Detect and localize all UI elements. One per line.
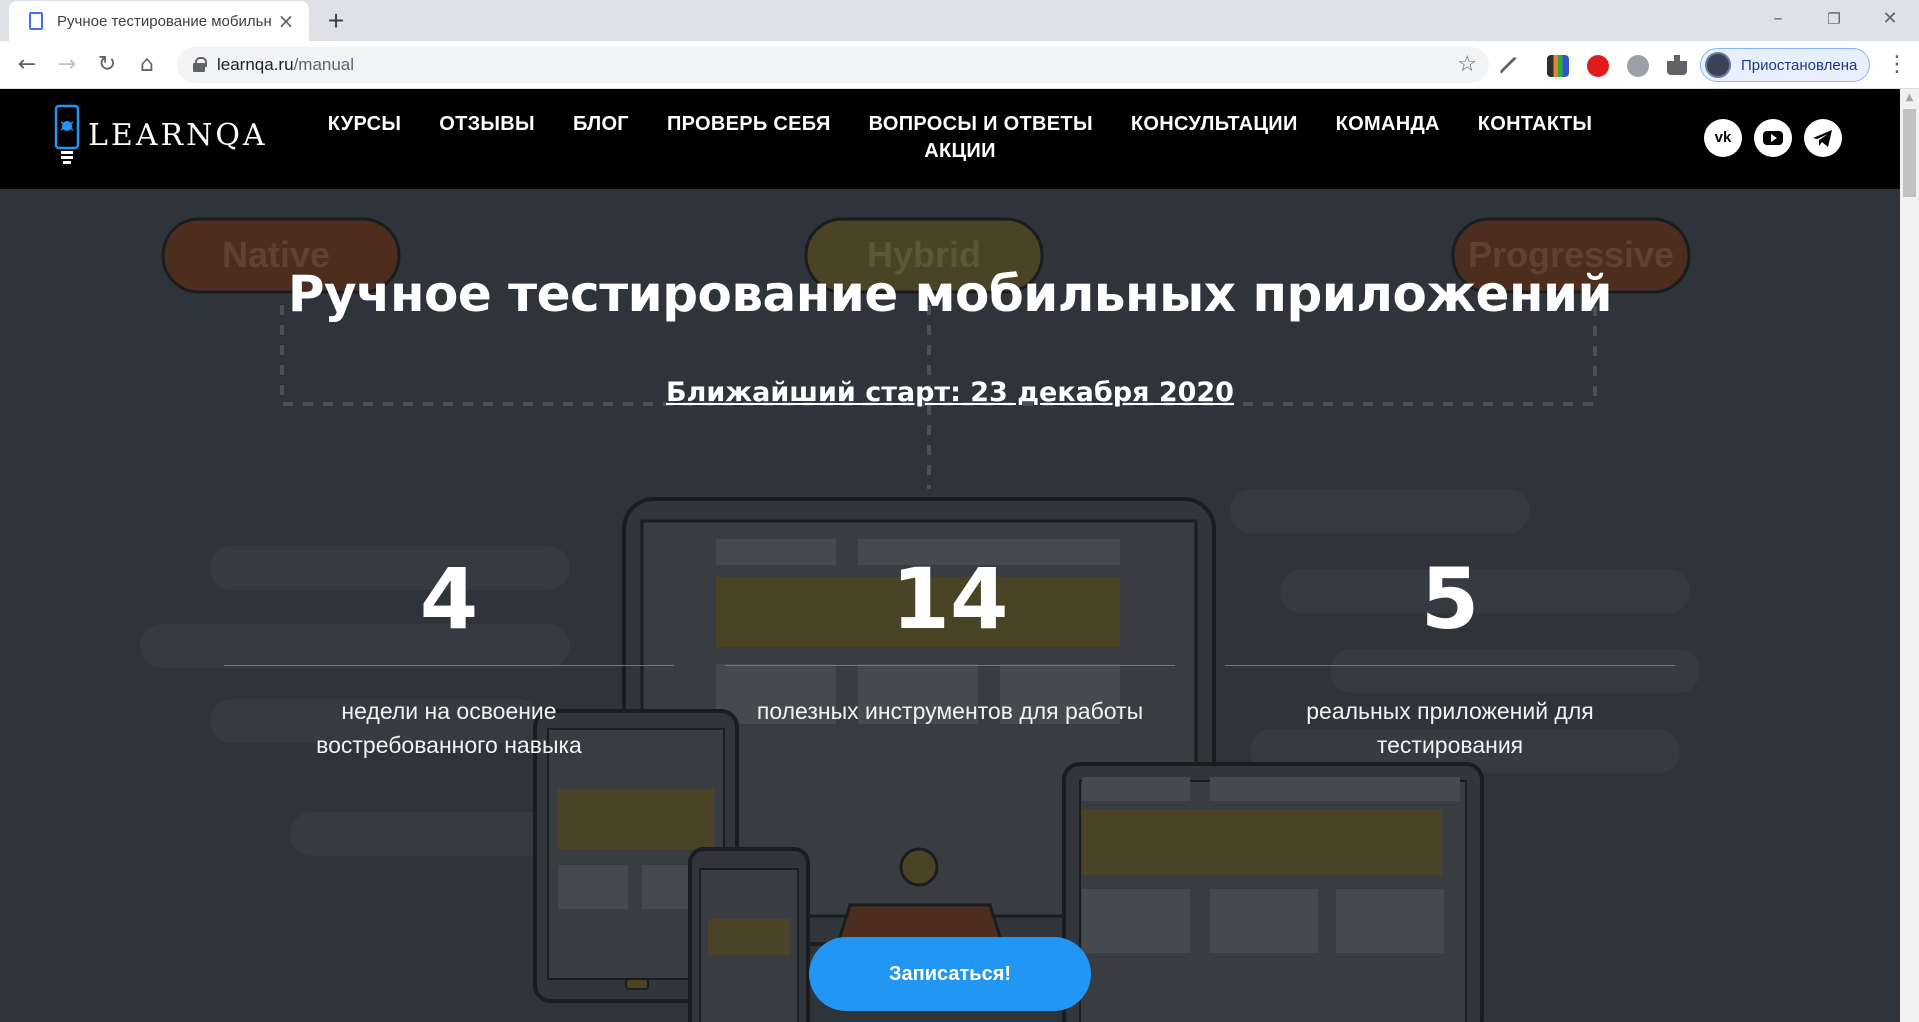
close-window-icon[interactable]: ✕ [1864, 4, 1916, 34]
stat-tools: 14 полезных инструментов для работы [725, 549, 1175, 728]
eyedropper-extension-icon[interactable] [1499, 56, 1519, 76]
phone-bug-logo-icon [54, 104, 80, 164]
reload-icon[interactable]: ↻ [91, 49, 123, 81]
stat-weeks: 4 недели на освоение востребованного нав… [224, 549, 674, 762]
stat-number: 5 [1420, 550, 1480, 648]
bookmark-star-icon[interactable]: ☆ [1457, 51, 1477, 79]
back-icon[interactable]: ← [11, 49, 43, 81]
signup-button[interactable]: Записаться! [809, 937, 1091, 1011]
nav-blog[interactable]: БЛОГ [573, 111, 629, 138]
stat-divider [1225, 665, 1675, 666]
stat-number: 4 [419, 550, 479, 648]
browser-menu-icon[interactable]: ⋮ [1882, 49, 1912, 81]
nav-promotions[interactable]: АКЦИИ [924, 138, 996, 165]
stat-divider [224, 665, 674, 666]
page-scrollbar[interactable]: ▲ [1900, 89, 1919, 1022]
stat-number: 14 [891, 550, 1009, 648]
nav-faq[interactable]: ВОПРОСЫ И ОТВЕТЫ [869, 111, 1093, 138]
stat-divider [725, 665, 1175, 666]
stat-apps: 5 реальных приложений для тестирования [1225, 549, 1675, 762]
profile-button[interactable]: Приостановлена [1700, 48, 1870, 82]
new-tab-button[interactable]: + [320, 6, 352, 38]
url-text[interactable]: learnqa.ru/manual [217, 47, 354, 83]
close-tab-icon[interactable]: × [275, 11, 297, 31]
next-start-link[interactable]: Ближайший старт: 23 декабря 2020 [0, 377, 1900, 408]
nav-team[interactable]: КОМАНДА [1336, 111, 1440, 138]
vk-icon[interactable]: vk [1704, 119, 1742, 157]
youtube-icon[interactable] [1754, 119, 1792, 157]
nav-reviews[interactable]: ОТЗЫВЫ [439, 111, 535, 138]
scroll-up-icon[interactable]: ▲ [1900, 89, 1919, 106]
site-favicon-icon [29, 12, 43, 30]
restore-icon[interactable]: ❐ [1808, 4, 1860, 34]
address-bar[interactable]: learnqa.ru/manual ☆ [177, 47, 1489, 83]
home-icon[interactable]: ⌂ [131, 49, 163, 81]
chat-extension-icon[interactable] [1627, 55, 1649, 77]
forward-icon[interactable]: → [51, 49, 83, 81]
browser-tabstrip: Ручное тестирование мобильн × + – ❐ ✕ [0, 0, 1919, 41]
nav-contacts[interactable]: КОНТАКТЫ [1478, 111, 1593, 138]
stat-caption: реальных приложений для тестирования [1306, 698, 1594, 758]
nav-consultations[interactable]: КОНСУЛЬТАЦИИ [1131, 111, 1298, 138]
scroll-thumb[interactable] [1903, 109, 1916, 197]
puzzle-extensions-icon[interactable] [1667, 55, 1687, 75]
hero-section: Native Hybrid Progressive Ручное тестиро… [0, 189, 1900, 1022]
main-navigation: КУРСЫ ОТЗЫВЫ БЛОГ ПРОВЕРЬ СЕБЯ ВОПРОСЫ И ОТВ… [300, 111, 1620, 165]
browser-toolbar: ← → ↻ ⌂ learnqa.ru/manual ☆ Приостановле… [0, 41, 1919, 89]
lock-icon[interactable] [193, 57, 207, 72]
minimize-icon[interactable]: – [1752, 4, 1804, 34]
nav-self-check[interactable]: ПРОВЕРЬ СЕБЯ [667, 111, 831, 138]
browser-tab[interactable]: Ручное тестирование мобильн × [9, 1, 309, 41]
learnqa-logo[interactable]: LEARNQA [52, 103, 268, 167]
page-title: Ручное тестирование мобильных приложений [287, 265, 1613, 323]
telegram-icon[interactable] [1804, 119, 1842, 157]
site-header: LEARNQA КУРСЫ ОТЗЫВЫ БЛОГ ПРОВЕРЬ СЕБЯ ВОПРО… [0, 89, 1900, 189]
profile-avatar [1705, 52, 1731, 78]
profile-label: Приостановлена [1741, 56, 1858, 74]
stat-caption: полезных инструментов для работы [756, 698, 1144, 724]
adblock-extension-icon[interactable] [1587, 55, 1609, 77]
tab-title: Ручное тестирование мобильн [57, 12, 272, 30]
color-extension-icon[interactable] [1547, 55, 1569, 77]
stat-caption: недели на освоение востребованного навык… [316, 698, 582, 758]
logo-text: LEARNQA [88, 117, 268, 153]
nav-courses[interactable]: КУРСЫ [328, 111, 402, 138]
